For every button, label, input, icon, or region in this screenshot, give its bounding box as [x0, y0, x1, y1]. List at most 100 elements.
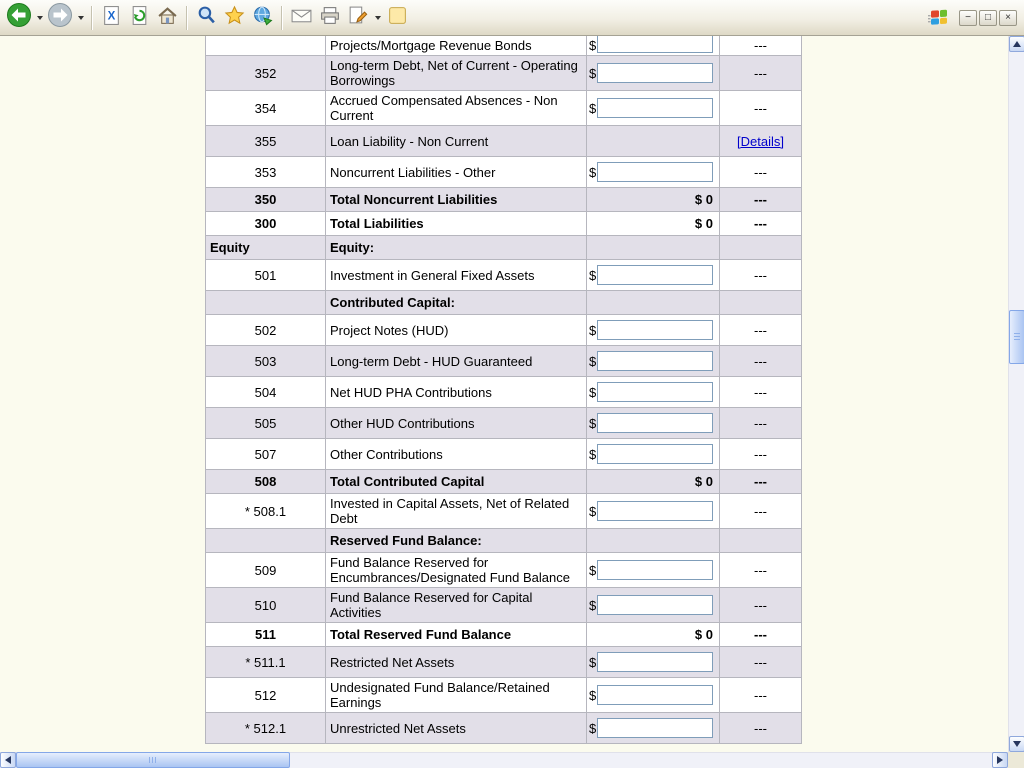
horizontal-scrollbar-thumb[interactable]: [16, 752, 290, 768]
table-row: 503Long-term Debt - HUD Guaranteed$---: [206, 346, 802, 377]
amount-input[interactable]: [597, 501, 713, 521]
item-number-cell: * 512.1: [206, 713, 326, 744]
minimize-button[interactable]: −: [959, 10, 977, 26]
amount-input[interactable]: [597, 444, 713, 464]
currency-symbol: $: [589, 385, 596, 400]
scroll-left-button[interactable]: [0, 752, 16, 768]
item-number-cell: 507: [206, 439, 326, 470]
home-icon: [157, 5, 178, 31]
amount-input[interactable]: [597, 98, 713, 118]
total-value: $ 0: [695, 474, 713, 489]
refresh-icon: [129, 5, 150, 31]
amount-input[interactable]: [597, 413, 713, 433]
forward-button[interactable]: [46, 3, 74, 33]
description-cell: Net HUD PHA Contributions: [326, 377, 587, 408]
history-button[interactable]: [249, 3, 276, 33]
chevron-down-icon: [78, 16, 84, 20]
description-cell: Invested in Capital Assets, Net of Relat…: [326, 494, 587, 529]
dashes: ---: [754, 268, 767, 283]
amount-input[interactable]: [597, 351, 713, 371]
amount-input[interactable]: [597, 595, 713, 615]
restore-button[interactable]: □: [979, 10, 997, 26]
item-number-cell: [206, 529, 326, 553]
flag-cell: ---: [720, 36, 802, 56]
mail-button[interactable]: [288, 3, 315, 33]
item-number-cell: * 511.1: [206, 647, 326, 678]
item-number-cell: 352: [206, 56, 326, 91]
details-link[interactable]: [Details]: [737, 134, 784, 149]
amount-input[interactable]: [597, 265, 713, 285]
flag-cell: ---: [720, 439, 802, 470]
refresh-button[interactable]: [126, 3, 153, 33]
back-button-dropdown[interactable]: [34, 3, 45, 33]
description-cell: Project Notes (HUD): [326, 315, 587, 346]
edit-button-dropdown[interactable]: [372, 3, 383, 33]
table-row: 512Undesignated Fund Balance/Retained Ea…: [206, 678, 802, 713]
chevron-down-icon: [375, 16, 381, 20]
back-button[interactable]: [5, 3, 33, 33]
dashes: ---: [754, 504, 767, 519]
table-row: Contributed Capital:: [206, 291, 802, 315]
amount-input[interactable]: [597, 320, 713, 340]
dashes: ---: [754, 416, 767, 431]
flag-cell: ---: [720, 713, 802, 744]
currency-symbol: $: [589, 598, 596, 613]
search-button[interactable]: [193, 3, 220, 33]
item-number-cell: 505: [206, 408, 326, 439]
mail-icon: [290, 5, 313, 31]
messenger-button[interactable]: [384, 3, 411, 33]
amount-input[interactable]: [597, 718, 713, 738]
windows-logo-icon: [928, 8, 950, 28]
edit-button[interactable]: [344, 3, 371, 33]
flag-cell: ---: [720, 408, 802, 439]
dashes: ---: [754, 38, 767, 53]
dashes: ---: [754, 216, 767, 231]
flag-cell: ---: [720, 553, 802, 588]
excel-export-button[interactable]: X: [98, 3, 125, 33]
flag-cell: ---: [720, 623, 802, 647]
amount-input[interactable]: [597, 36, 713, 53]
description-cell: Other Contributions: [326, 439, 587, 470]
print-button[interactable]: [316, 3, 343, 33]
close-button[interactable]: ×: [999, 10, 1017, 26]
amount-input[interactable]: [597, 63, 713, 83]
amount-input[interactable]: [597, 162, 713, 182]
amount-cell: $: [587, 260, 720, 291]
description-cell: Fund Balance Reserved for Capital Activi…: [326, 588, 587, 623]
description-cell: Noncurrent Liabilities - Other: [326, 157, 587, 188]
table-row: 510Fund Balance Reserved for Capital Act…: [206, 588, 802, 623]
amount-cell: $ 0: [587, 623, 720, 647]
scroll-right-button[interactable]: [992, 752, 1008, 768]
vertical-scrollbar-thumb[interactable]: [1009, 310, 1024, 364]
amount-input[interactable]: [597, 652, 713, 672]
scroll-up-button[interactable]: [1009, 36, 1024, 52]
item-number-cell: 502: [206, 315, 326, 346]
table-row: * 508.1Invested in Capital Assets, Net o…: [206, 494, 802, 529]
table-row: 504Net HUD PHA Contributions$---: [206, 377, 802, 408]
favorites-button[interactable]: [221, 3, 248, 33]
dashes: ---: [754, 688, 767, 703]
currency-symbol: $: [589, 416, 596, 431]
horizontal-scrollbar[interactable]: [0, 752, 1008, 768]
item-number-cell: 501: [206, 260, 326, 291]
amount-cell: $: [587, 553, 720, 588]
document-icon: [387, 5, 408, 31]
item-number-cell: 350: [206, 188, 326, 212]
amount-cell: [587, 126, 720, 157]
home-button[interactable]: [154, 3, 181, 33]
table-row: 502Project Notes (HUD)$---: [206, 315, 802, 346]
amount-input[interactable]: [597, 382, 713, 402]
forward-button-dropdown[interactable]: [75, 3, 86, 33]
excel-x-icon: X: [101, 5, 122, 31]
total-value: $ 0: [695, 216, 713, 231]
scroll-down-button[interactable]: [1009, 736, 1024, 752]
table-row: 355Loan Liability - Non Current[Details]: [206, 126, 802, 157]
amount-input[interactable]: [597, 560, 713, 580]
table-row: 509Fund Balance Reserved for Encumbrance…: [206, 553, 802, 588]
amount-input[interactable]: [597, 685, 713, 705]
description-cell: Reserved Fund Balance:: [326, 529, 587, 553]
browser-window: X − □ × Projects/Mortgage Revenue Bonds$…: [0, 0, 1024, 768]
vertical-scrollbar[interactable]: [1008, 36, 1024, 752]
amount-cell: $: [587, 56, 720, 91]
table-row: 350Total Noncurrent Liabilities$ 0---: [206, 188, 802, 212]
